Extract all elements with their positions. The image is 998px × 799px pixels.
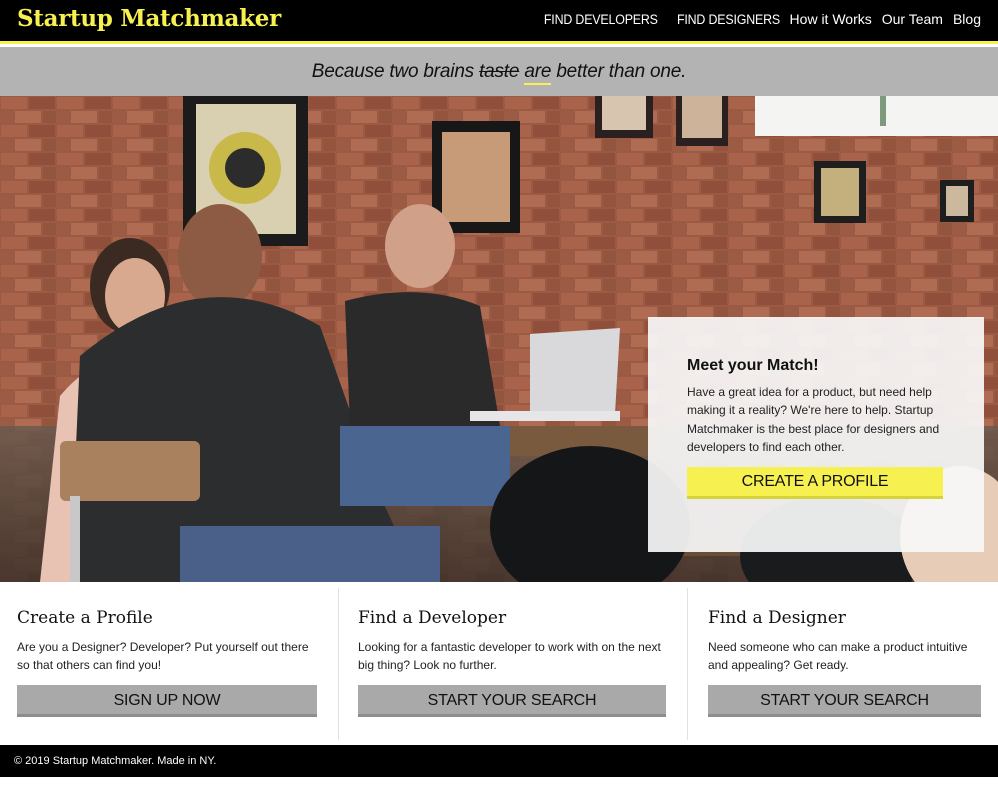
tagline-before: Because two brains [311, 61, 480, 82]
nav-how-it-works[interactable]: How it Works [790, 11, 872, 27]
feature-text: Are you a Designer? Developer? Put yours… [17, 640, 309, 672]
footer-copyright: © 2019 Startup Matchmaker. Made in NY. [14, 755, 217, 767]
site-footer: © 2019 Startup Matchmaker. Made in NY. [0, 745, 998, 777]
tagline-underlined-word: are [524, 61, 551, 85]
feature-title: Find a Designer [708, 608, 846, 628]
hero-section: Meet your Match! Have a great idea for a… [0, 96, 998, 582]
feature-find-developer: Find a Developer Looking for a fantastic… [339, 582, 687, 744]
nav-blog[interactable]: Blog [953, 11, 981, 27]
window [755, 96, 998, 136]
nav-find-designers[interactable]: FIND DESIGNERS [677, 12, 780, 27]
feature-text: Looking for a fantastic developer to wor… [358, 640, 661, 672]
feature-create-profile: Create a Profile Are you a Designer? Dev… [0, 582, 338, 744]
find-designer-search-button[interactable]: START YOUR SEARCH [708, 685, 981, 717]
tagline-text: Because two brains taste are better than… [0, 47, 998, 96]
main-nav: FIND DEVELOPERS FIND DESIGNERS How it Wo… [534, 11, 981, 27]
site-header: Startup Matchmaker FIND DEVELOPERS FIND … [0, 0, 998, 44]
tagline-struck-word: taste [479, 61, 520, 82]
create-profile-button[interactable]: CREATE A PROFILE [687, 467, 943, 500]
feature-text: Need someone who can make a product intu… [708, 640, 968, 672]
match-card-title: Meet your Match! [687, 357, 819, 374]
feature-title: Create a Profile [17, 608, 153, 628]
sign-up-now-button[interactable]: SIGN UP NOW [17, 685, 317, 717]
nav-find-developers[interactable]: FIND DEVELOPERS [544, 12, 658, 27]
site-logo[interactable]: Startup Matchmaker [17, 5, 281, 32]
nav-our-team[interactable]: Our Team [882, 11, 943, 27]
feature-title: Find a Developer [358, 608, 507, 628]
feature-find-designer: Find a Designer Need someone who can mak… [688, 582, 998, 744]
tagline-bar: Because two brains taste are better than… [0, 47, 998, 96]
meet-your-match-card: Meet your Match! Have a great idea for a… [648, 317, 984, 552]
features-section: Create a Profile Are you a Designer? Dev… [0, 582, 998, 744]
find-developer-search-button[interactable]: START YOUR SEARCH [358, 685, 666, 717]
tagline-after: better than one. [551, 61, 687, 82]
match-card-text: Have a great idea for a product, but nee… [687, 385, 940, 454]
